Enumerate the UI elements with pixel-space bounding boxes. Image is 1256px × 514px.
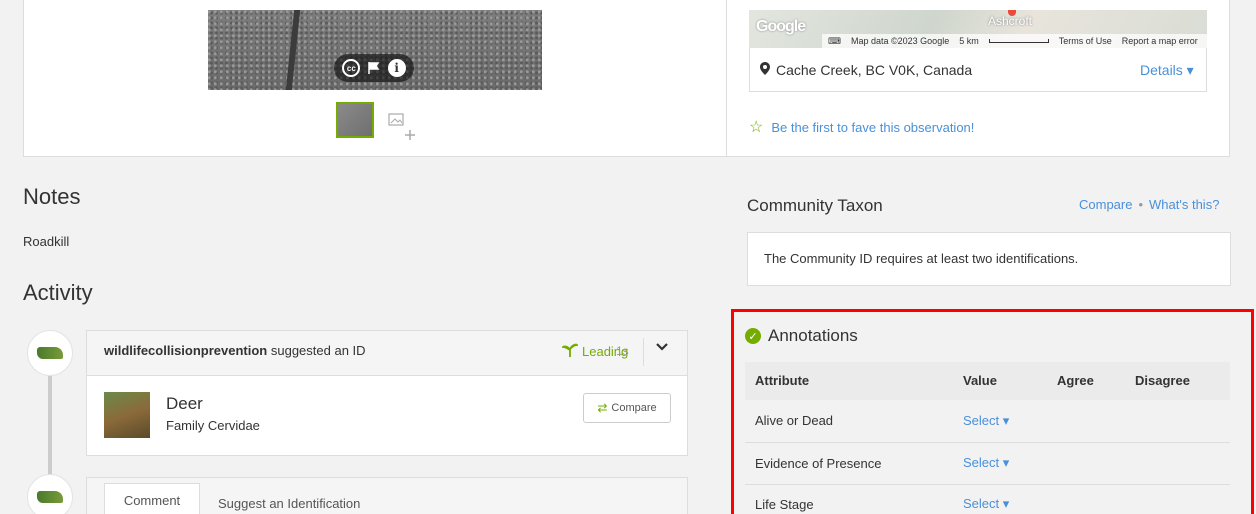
add-photo-icon[interactable] (388, 112, 420, 142)
identifier-username[interactable]: wildlifecollisionprevention (104, 343, 267, 358)
panel-divider (726, 0, 727, 157)
report-error-link[interactable]: Report a map error (1122, 36, 1198, 46)
taxon-photo[interactable] (104, 392, 150, 438)
keyboard-icon[interactable]: ⌨ (828, 36, 841, 47)
col-disagree: Disagree (1135, 373, 1190, 388)
taxon-name[interactable]: Deer (166, 394, 203, 414)
map-scale-bar (988, 39, 1049, 43)
compare-button[interactable]: ⇄ Compare (583, 393, 671, 423)
compare-label: Compare (611, 402, 657, 414)
link-separator: • (1138, 197, 1144, 212)
chevron-down-icon[interactable] (656, 340, 668, 355)
row-divider (745, 484, 1230, 485)
avatar[interactable] (27, 330, 73, 376)
annotation-value-select[interactable]: Select ▾ (963, 413, 1009, 429)
avatar-logo (37, 491, 63, 503)
notes-heading: Notes (23, 184, 81, 209)
col-value: Value (963, 373, 997, 388)
star-icon: ☆ (749, 119, 764, 136)
cc-license-icon[interactable]: cc (342, 59, 361, 77)
swap-arrows-icon: ⇄ (597, 401, 608, 415)
map-town-label: Ashcroft (988, 14, 1033, 28)
annotation-attribute: Evidence of Presence (755, 456, 882, 471)
col-attribute: Attribute (755, 373, 810, 388)
community-taxon-links: Compare • What's this? (1079, 197, 1219, 212)
identification-summary: wildlifecollisionprevention suggested an… (104, 343, 366, 358)
check-circle-icon: ✓ (745, 328, 761, 344)
tab-suggest-identification[interactable]: Suggest an Identification (218, 496, 360, 511)
header-separator (643, 338, 644, 366)
compare-link[interactable]: Compare (1079, 197, 1132, 212)
annotation-value-select[interactable]: Select ▾ (963, 455, 1009, 471)
flag-icon[interactable] (365, 59, 383, 77)
location-place: Cache Creek, BC V0K, Canada (776, 62, 973, 78)
notes-text: Roadkill (23, 234, 70, 249)
identification-action: suggested an ID (267, 343, 366, 358)
col-agree: Agree (1057, 373, 1094, 388)
map-scale: 5 km (959, 36, 979, 46)
annotations-heading: ✓ Annotations (745, 326, 858, 346)
activity-timeline (48, 376, 52, 476)
community-taxon-message: The Community ID requires at least two i… (764, 251, 1079, 266)
fave-label: Be the first to fave this observation! (771, 119, 975, 135)
activity-heading: Activity (23, 280, 93, 305)
tab-comment[interactable]: Comment (104, 483, 200, 514)
google-logo: Google (756, 18, 806, 35)
avatar[interactable] (27, 474, 73, 514)
annotations-title: Annotations (768, 326, 858, 345)
map-attribution: ⌨ Map data ©2023 Google 5 km Terms of Us… (822, 34, 1207, 48)
annotation-value-select[interactable]: Select ▾ (963, 496, 1009, 512)
map-marker-icon (760, 62, 770, 78)
fave-link[interactable]: ☆ Be the first to fave this observation! (749, 117, 974, 137)
photo-controls: cc i (334, 54, 414, 82)
annotation-attribute: Life Stage (755, 497, 814, 512)
leading-sprout-icon (560, 343, 580, 360)
whats-this-link[interactable]: What's this? (1149, 197, 1219, 212)
community-taxon-heading: Community Taxon (747, 196, 883, 215)
details-dropdown[interactable]: Details ▾ (1140, 62, 1194, 79)
taxon-rank: Family Cervidae (166, 418, 260, 433)
row-divider (745, 442, 1230, 443)
avatar-logo (37, 347, 63, 359)
map-data-text: Map data ©2023 Google (851, 36, 950, 46)
photo-thumbnail[interactable] (336, 102, 374, 138)
location-line: Cache Creek, BC V0K, Canada (760, 62, 972, 78)
identification-time: 1s (616, 344, 629, 358)
annotation-attribute: Alive or Dead (755, 413, 834, 428)
terms-link[interactable]: Terms of Use (1059, 36, 1112, 46)
info-icon[interactable]: i (387, 59, 406, 77)
